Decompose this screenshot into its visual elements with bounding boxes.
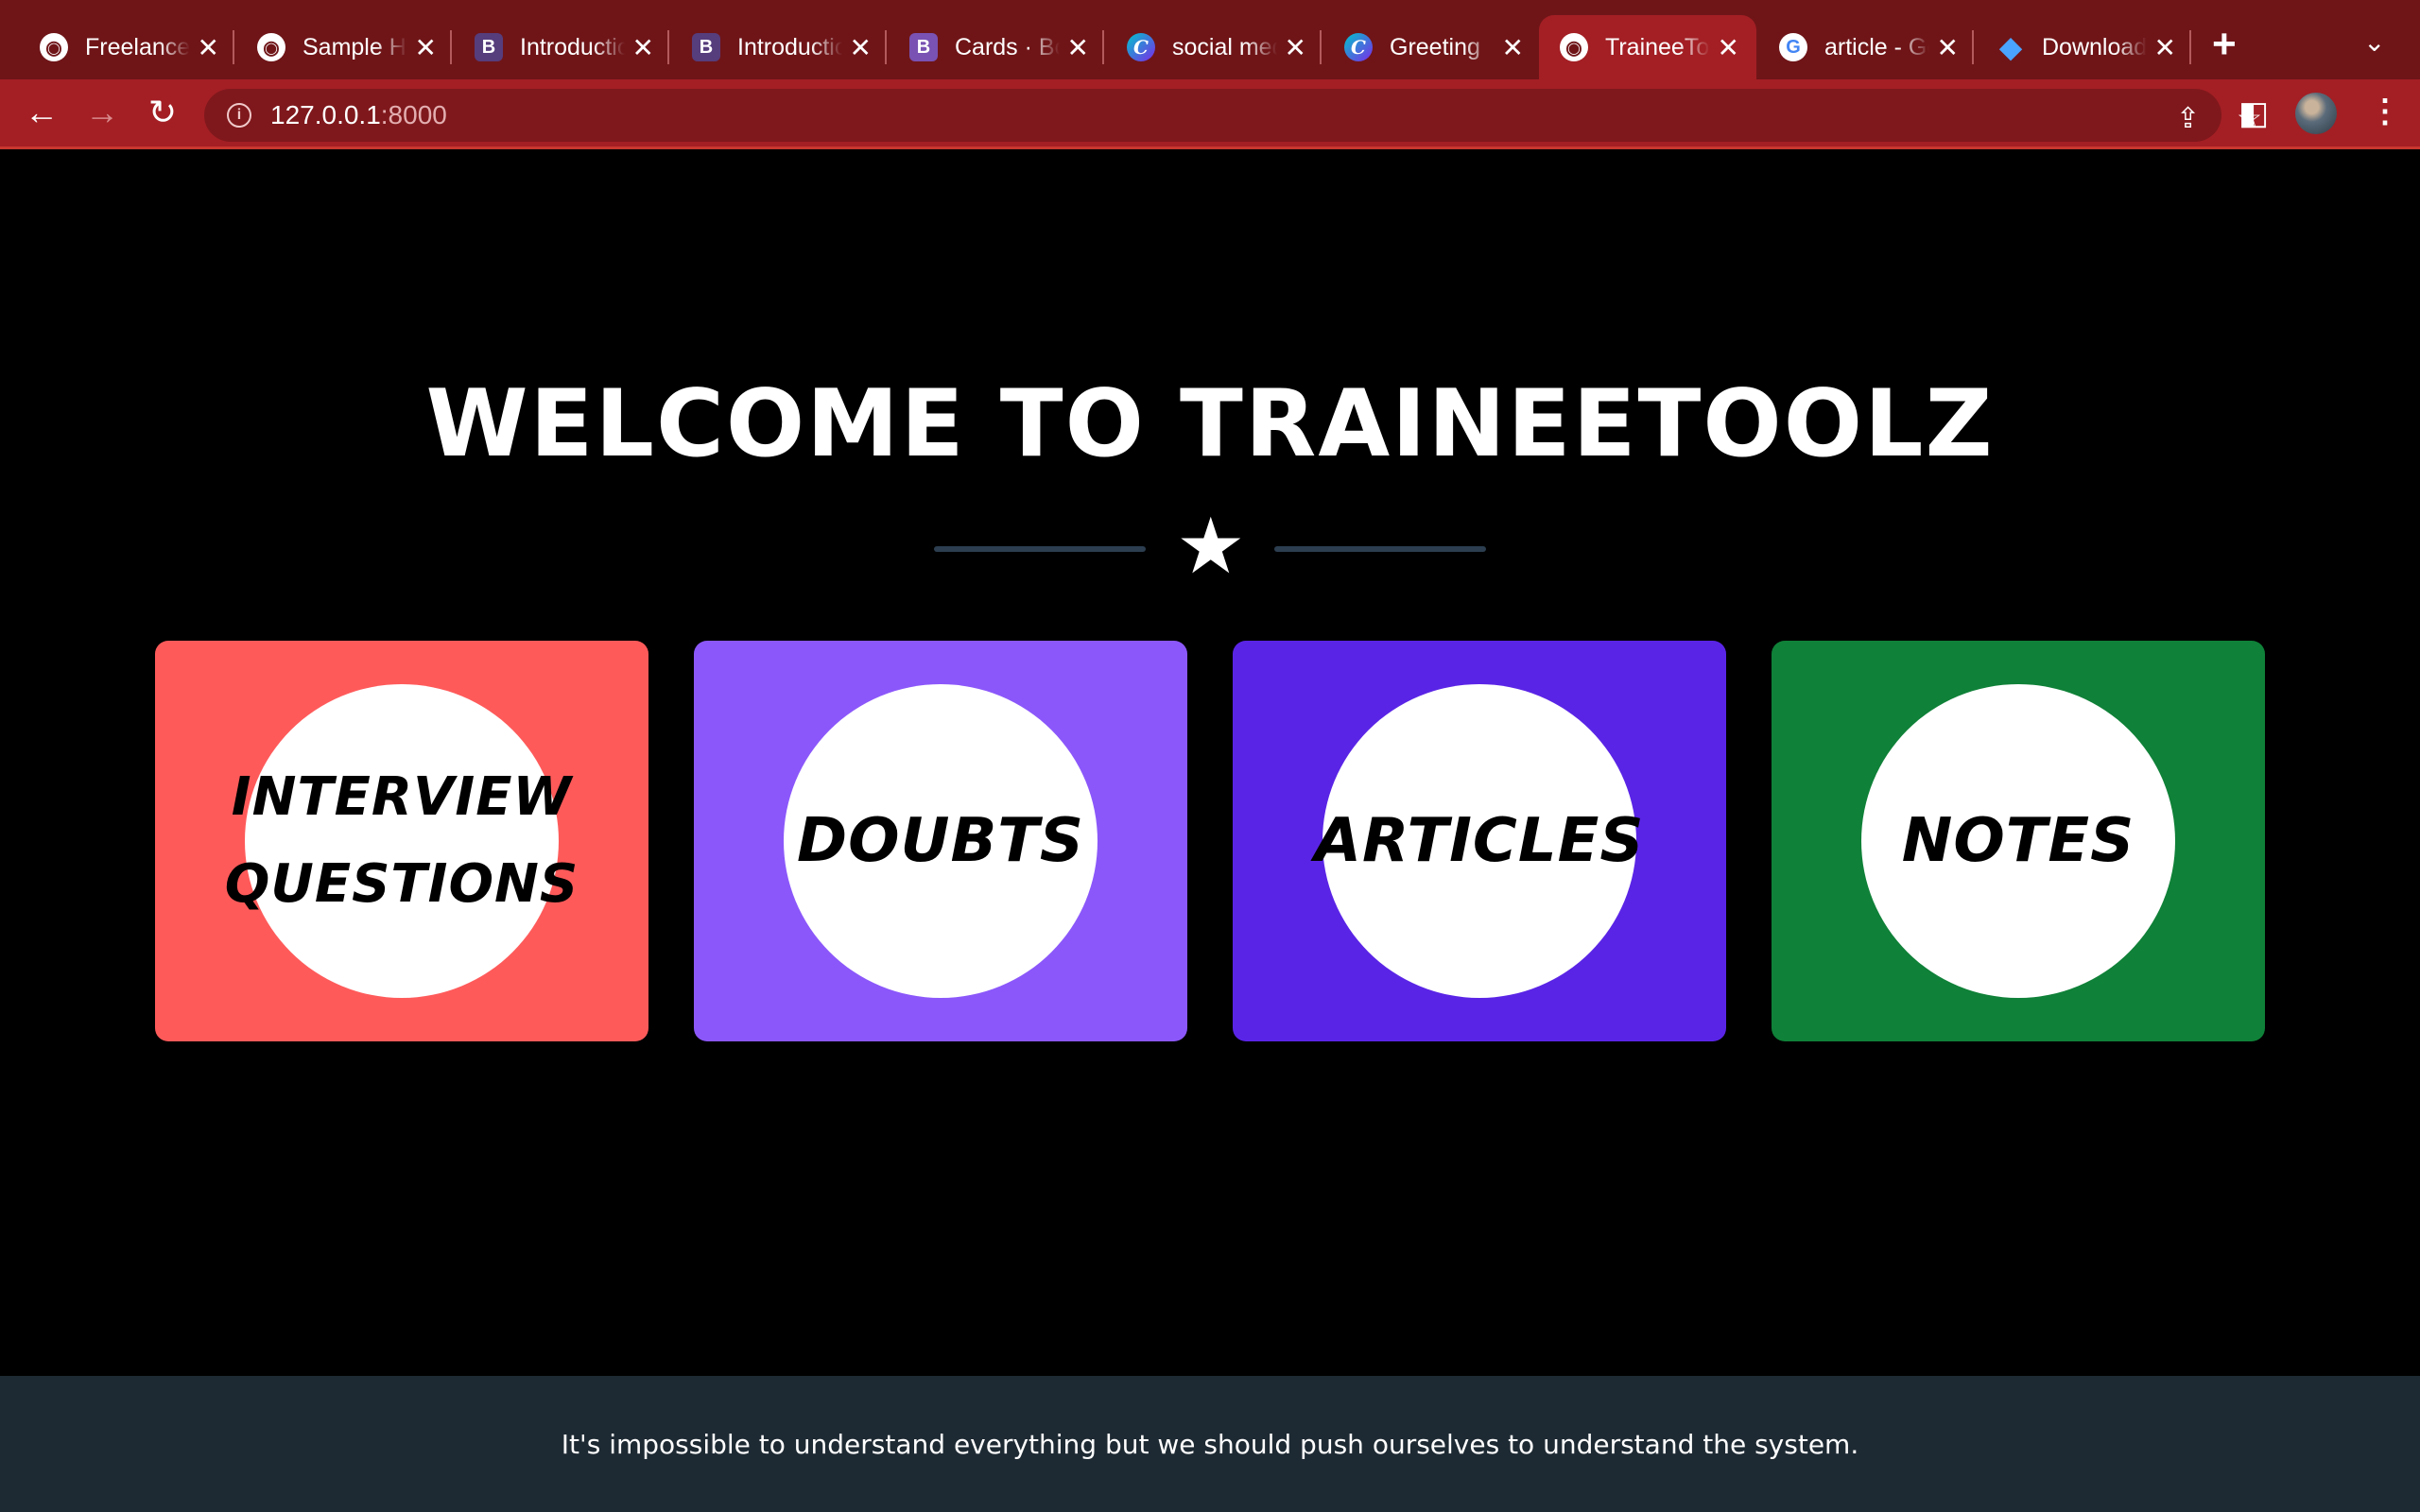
new-tab-icon[interactable]: +	[2212, 21, 2237, 68]
tab-separator	[1972, 30, 1974, 64]
card-circle: DOUBTS	[784, 684, 1098, 998]
profile-avatar[interactable]	[2295, 93, 2337, 134]
url-port: :8000	[380, 100, 447, 129]
tab-cards-bootstrap[interactable]: B Cards · Bootstrap ✕	[889, 15, 1106, 79]
close-icon[interactable]: ✕	[1067, 32, 1089, 63]
browser-toolbar: ← → ↻ i 127.0.0.1:8000 ⇪ ☆	[0, 79, 2420, 149]
divider-line-right	[1274, 546, 1486, 552]
tab-title: Greeting	[1390, 33, 1480, 60]
reload-icon[interactable]: ↻	[142, 93, 183, 132]
tab-introduction-2[interactable]: B Introduction ✕	[671, 15, 889, 79]
tab-title: social media	[1172, 33, 1277, 60]
close-icon[interactable]: ✕	[2154, 32, 2176, 63]
card-circle: ARTICLES	[1315, 684, 1643, 998]
globe-icon: ◉	[257, 33, 285, 61]
tab-title: Download	[2042, 33, 2147, 60]
close-icon[interactable]: ✕	[415, 32, 437, 63]
tab-separator	[667, 30, 669, 64]
tab-title: article - Google	[1824, 33, 1929, 60]
card-articles[interactable]: ARTICLES	[1233, 641, 1726, 1041]
card-label: ARTICLES	[1314, 806, 1645, 876]
tab-separator	[450, 30, 452, 64]
footer: It's impossible to understand everything…	[0, 1376, 2420, 1512]
bootstrap-icon: B	[692, 33, 720, 61]
tab-separator	[233, 30, 234, 64]
bootstrap-icon: B	[909, 33, 938, 61]
tab-search-chevron-icon[interactable]: ⌄	[2363, 26, 2385, 58]
card-circle: NOTES	[1861, 684, 2175, 998]
tab-separator	[1320, 30, 1322, 64]
tab-title: Freelancer	[85, 33, 190, 60]
share-icon[interactable]: ⇪	[2176, 102, 2200, 135]
site-info-icon[interactable]: i	[227, 103, 251, 128]
forward-arrow-icon[interactable]: →	[81, 93, 123, 132]
footer-quote: It's impossible to understand everything…	[561, 1428, 1859, 1460]
close-icon[interactable]: ✕	[632, 32, 654, 63]
page-title: WELCOME TO TRAINEETOOLZ	[425, 370, 1995, 478]
tab-separator	[885, 30, 887, 64]
tab-traineetoolz-active[interactable]: ◉ TraineeToolz ✕	[1539, 15, 1756, 79]
google-icon: G	[1779, 33, 1807, 61]
tab-title: Cards · Bootstrap	[955, 33, 1060, 60]
tab-separator	[2189, 30, 2191, 64]
close-icon[interactable]: ✕	[198, 32, 219, 63]
back-arrow-icon[interactable]: ←	[21, 93, 62, 132]
tab-title: Introduction	[520, 33, 625, 60]
close-icon[interactable]: ✕	[1718, 32, 1739, 63]
card-notes[interactable]: NOTES	[1772, 641, 2265, 1041]
side-panel-icon[interactable]: ◧	[2238, 94, 2269, 132]
tab-download[interactable]: ◆ Download ✕	[1976, 15, 2193, 79]
tab-article-google[interactable]: G article - Google ✕	[1758, 15, 1976, 79]
tab-freelancer[interactable]: ◉ Freelancer ✕	[19, 15, 236, 79]
close-icon[interactable]: ✕	[1285, 32, 1306, 63]
tab-introduction-1[interactable]: B Introduction ✕	[454, 15, 671, 79]
tab-separator	[1102, 30, 1104, 64]
card-label: DOUBTS	[796, 806, 1085, 876]
bootstrap-icon: B	[475, 33, 503, 61]
canva-icon: C	[1344, 33, 1373, 61]
tab-greeting[interactable]: C Greeting ✕	[1323, 15, 1541, 79]
gem-icon: ◆	[1999, 31, 2022, 63]
menu-kebab-icon[interactable]: ⋮	[2369, 93, 2401, 130]
card-doubts[interactable]: DOUBTS	[694, 641, 1187, 1041]
globe-icon: ◉	[40, 33, 68, 61]
url-host: 127.0.0.1	[270, 100, 381, 129]
card-label: INTERVIEW QUESTIONS	[224, 766, 579, 915]
tab-title: Sample HTML	[302, 33, 407, 60]
tab-strip: ◉ Freelancer ✕ ◉ Sample HTML ✕ B Introdu…	[0, 0, 2420, 79]
divider-line-left	[934, 546, 1146, 552]
tab-sample-html[interactable]: ◉ Sample HTML ✕	[236, 15, 454, 79]
card-interview-questions[interactable]: INTERVIEW QUESTIONS	[155, 641, 648, 1041]
close-icon[interactable]: ✕	[1937, 32, 1959, 63]
close-icon[interactable]: ✕	[850, 32, 872, 63]
tab-title: Introduction	[737, 33, 842, 60]
star-icon: ★	[1176, 504, 1246, 590]
card-circle: INTERVIEW QUESTIONS	[225, 684, 578, 998]
canva-icon: C	[1127, 33, 1155, 61]
close-icon[interactable]: ✕	[1502, 32, 1524, 63]
tab-social-media[interactable]: C social media ✕	[1106, 15, 1323, 79]
globe-icon: ◉	[1560, 33, 1588, 61]
tab-title: TraineeToolz	[1605, 33, 1710, 60]
address-bar[interactable]: i 127.0.0.1:8000 ⇪ ☆	[204, 89, 2262, 142]
card-label: NOTES	[1901, 806, 2135, 876]
